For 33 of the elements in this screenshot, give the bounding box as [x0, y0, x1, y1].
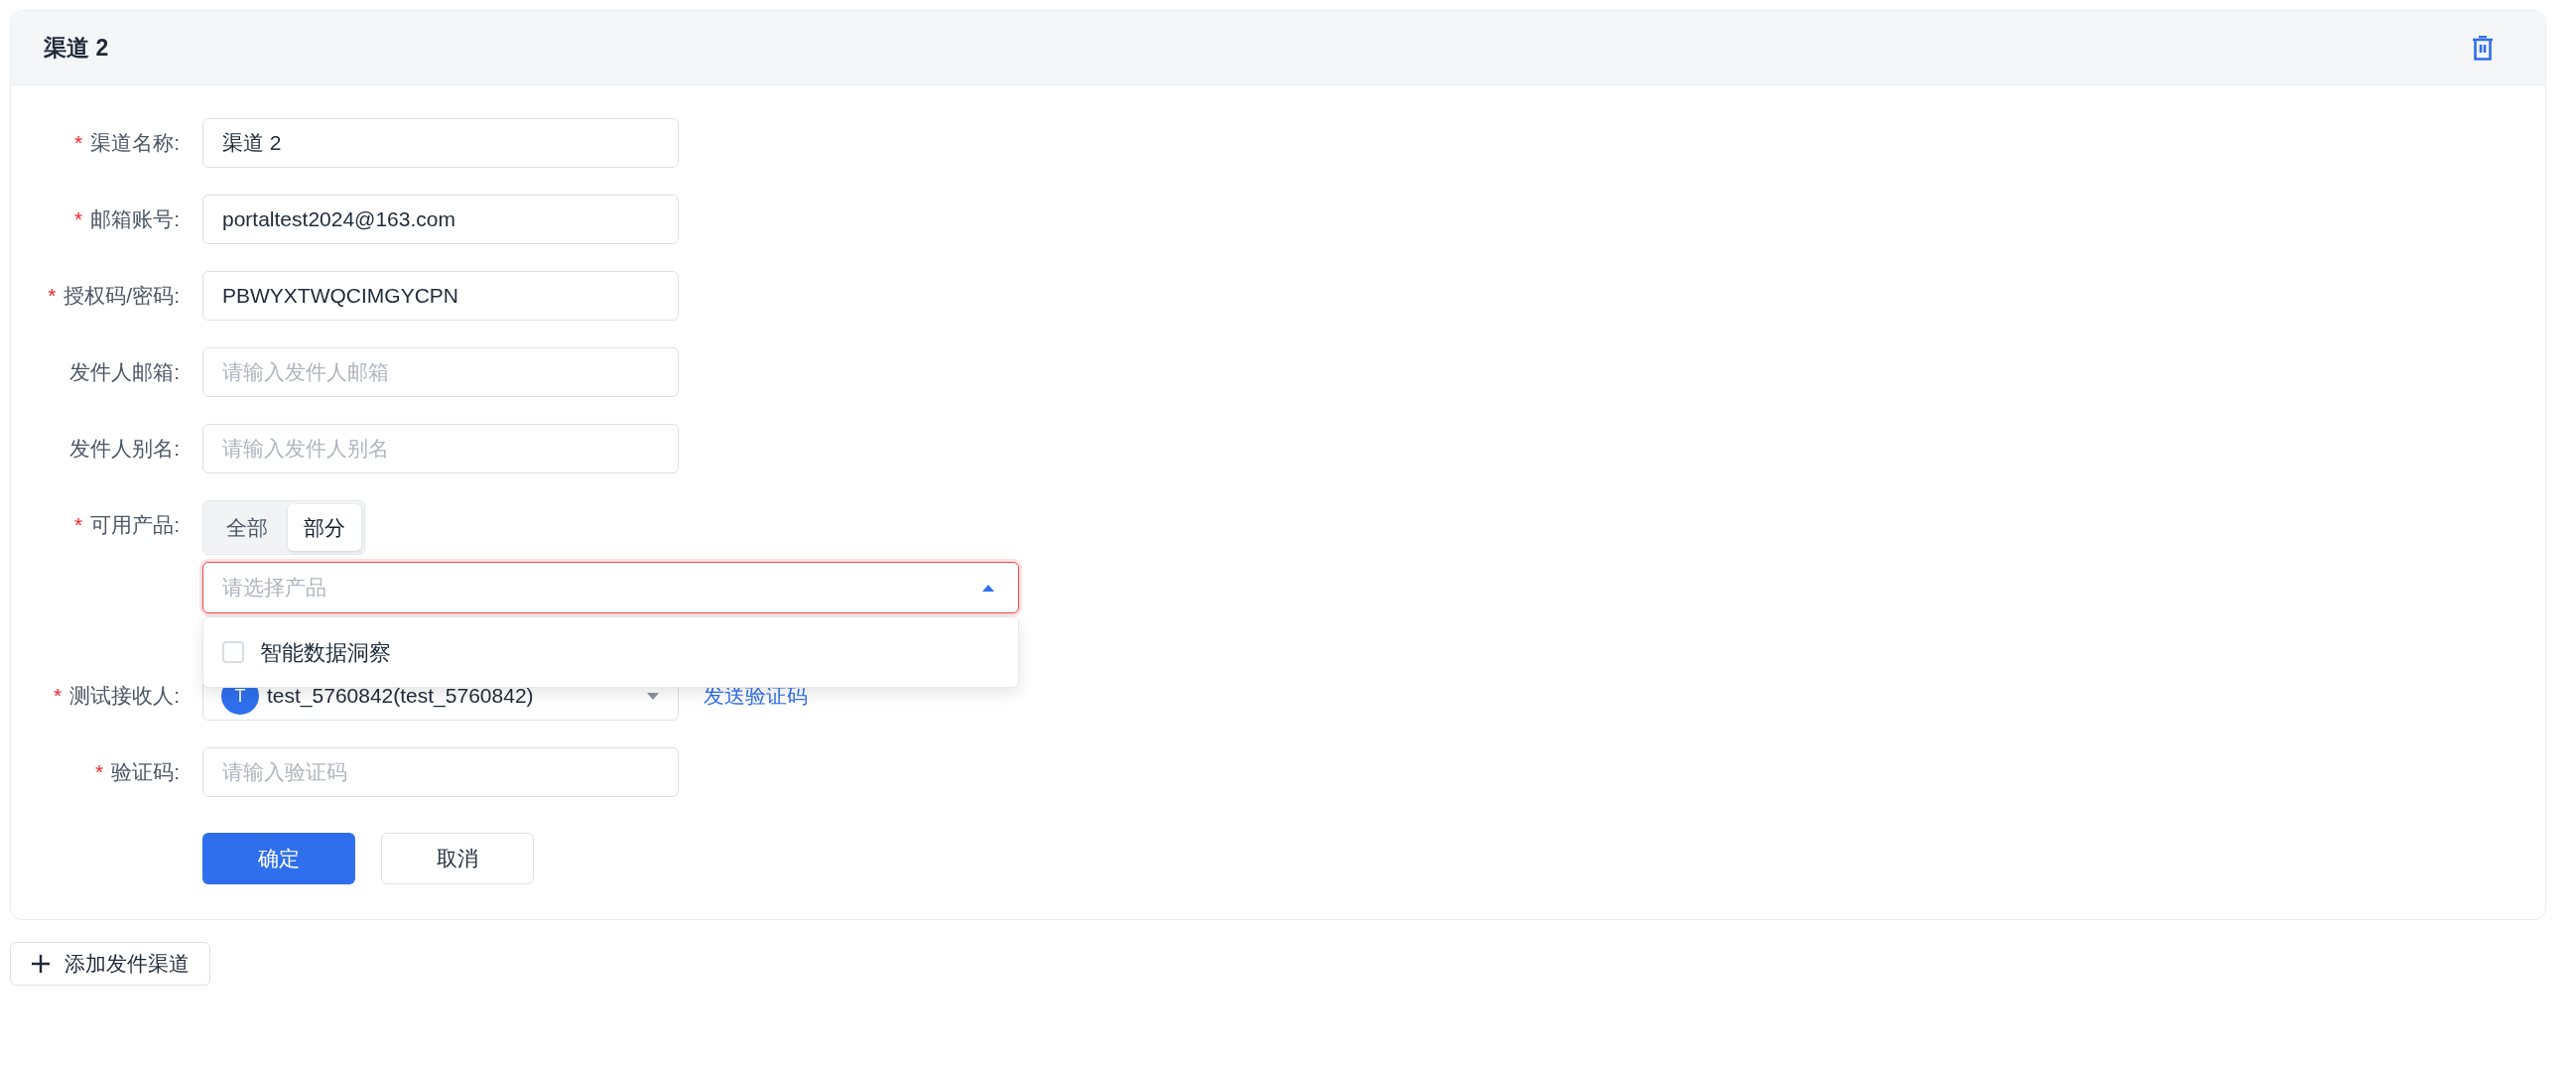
caret-icon: [646, 691, 660, 701]
delete-icon[interactable]: [2472, 35, 2494, 61]
field-label: 授权码/密码:: [64, 283, 180, 310]
field-label: 发件人别名:: [69, 436, 180, 463]
field-label: 可用产品:: [90, 512, 180, 539]
plus-icon: [31, 954, 51, 974]
required-mark: *: [73, 130, 83, 157]
option-label: 智能数据洞察: [260, 638, 391, 667]
segment-tab[interactable]: 部分: [288, 504, 361, 551]
required-mark: *: [73, 512, 83, 539]
input-field[interactable]: 请输入发件人邮箱: [202, 347, 679, 397]
add-channel-button[interactable]: 添加发件渠道: [10, 942, 210, 986]
checkbox[interactable]: [222, 641, 244, 663]
field-label: 渠道名称:: [90, 130, 180, 157]
input-field[interactable]: PBWYXTWQCIMGYCPN: [202, 271, 679, 321]
segment-tab[interactable]: 全部: [206, 504, 288, 551]
required-mark: *: [53, 683, 63, 710]
field-label: 验证码:: [111, 759, 180, 786]
card-title: 渠道 2: [44, 33, 109, 63]
required-mark: *: [48, 283, 57, 310]
input-field[interactable]: 请输入验证码: [202, 747, 679, 797]
required-mark: *: [94, 759, 104, 786]
confirm-button[interactable]: 确定: [202, 833, 355, 884]
field-label: 邮箱账号:: [90, 206, 180, 233]
input-field[interactable]: 请输入发件人别名: [202, 424, 679, 473]
input-field[interactable]: portaltest2024@163.com: [202, 195, 679, 244]
recipient-value: test_5760842(test_5760842): [267, 683, 535, 710]
select-placeholder: 请选择产品: [222, 575, 326, 602]
required-mark: *: [73, 206, 83, 233]
field-label: 发件人邮箱:: [69, 359, 180, 386]
field-label: 测试接收人:: [69, 683, 180, 710]
cancel-button[interactable]: 取消: [381, 833, 534, 884]
input-field[interactable]: 渠道 2: [202, 118, 679, 168]
